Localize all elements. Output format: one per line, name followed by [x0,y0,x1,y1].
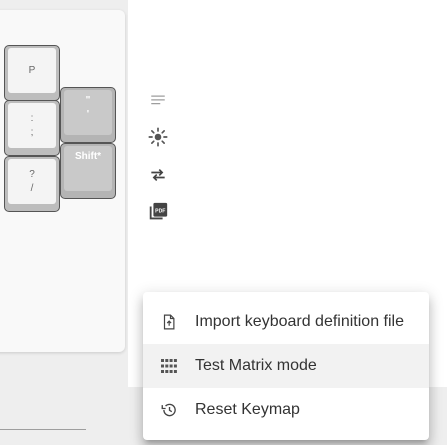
svg-text:PDF: PDF [155,208,165,214]
key-bottom-legend: P [28,64,36,76]
key-quote[interactable]: " ' [60,87,116,143]
menu-item-test-matrix[interactable]: Test Matrix mode [143,344,429,388]
key-semicolon[interactable]: : ; [4,100,60,156]
key-slash[interactable]: ? / [4,156,60,212]
menu-item-label: Reset Keymap [195,401,300,418]
menu-item-import-definition[interactable]: Import keyboard definition file [143,300,429,344]
key-top-legend: ? [29,168,35,180]
key-p[interactable]: P [4,45,60,101]
key-bottom-legend: / [30,182,34,194]
menu-item-label: Import keyboard definition file [195,313,404,330]
key-shift[interactable]: Shift* [60,143,116,199]
key-top-legend: " [85,95,91,106]
menu-item-reset-keymap[interactable]: Reset Keymap [143,388,429,432]
key-bottom-legend: ' [86,109,90,120]
grid-icon [159,356,179,376]
notes-icon[interactable] [146,88,170,112]
brightness-icon[interactable] [146,125,170,149]
file-upload-icon [159,312,179,332]
key-top-legend: Shift* [74,151,102,162]
history-icon [159,400,179,420]
key-bottom-legend: ; [30,126,34,138]
key-top-legend: : [30,112,34,124]
settings-menu: Import keyboard definition file Test Mat… [143,292,429,440]
menu-item-label: Test Matrix mode [195,357,317,374]
pdf-icon[interactable]: PDF [146,200,170,224]
swap-icon[interactable] [146,163,170,187]
divider [0,429,86,430]
